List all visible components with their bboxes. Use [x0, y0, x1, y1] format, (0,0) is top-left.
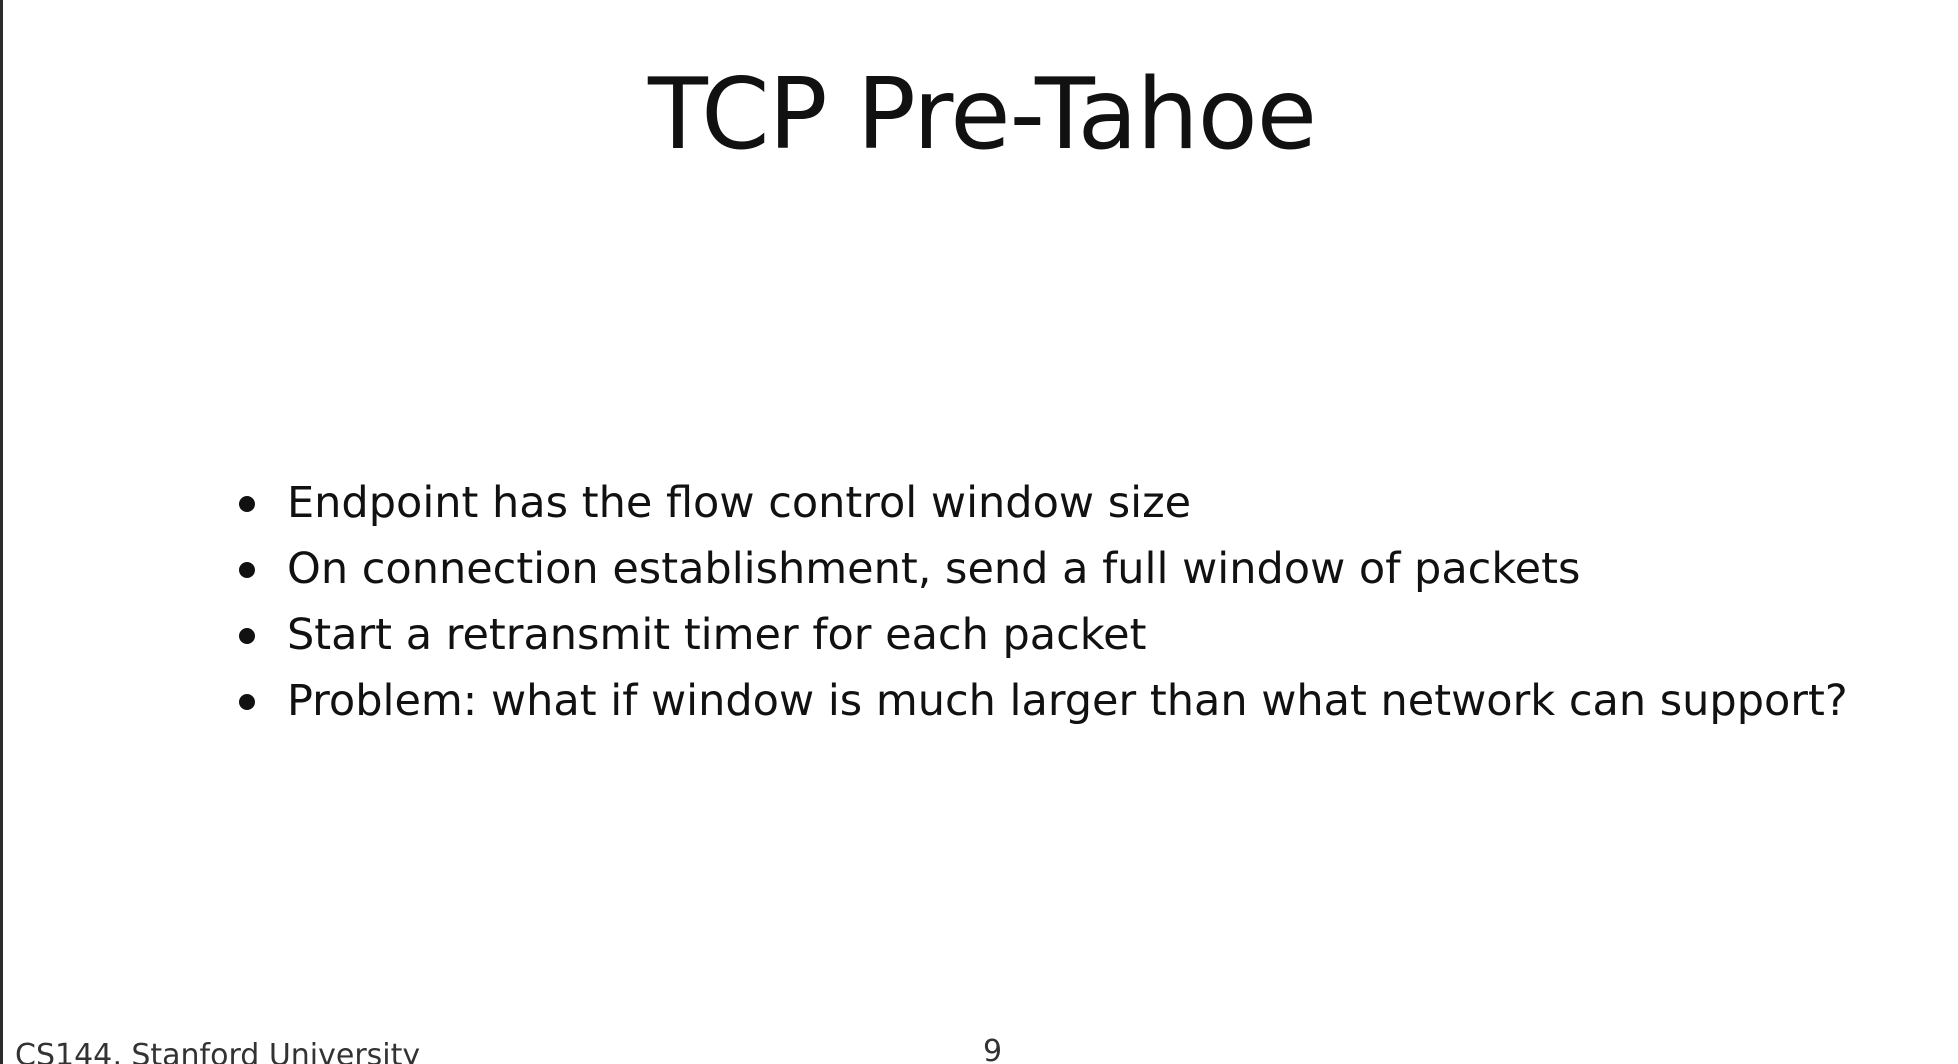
- bullet-text: Endpoint has the flow control window siz…: [287, 478, 1192, 528]
- bullet-dot-icon: [239, 562, 255, 578]
- bullet-text: On connection establishment, send a full…: [287, 544, 1581, 594]
- bullet-item: Endpoint has the flow control window siz…: [239, 470, 1848, 536]
- page-number: 9: [983, 1034, 1003, 1064]
- bullet-dot-icon: [239, 694, 255, 710]
- bullet-item: Problem: what if window is much larger t…: [239, 668, 1848, 734]
- bullet-text: Problem: what if window is much larger t…: [287, 676, 1848, 726]
- footer-course-label: CS144, Stanford University: [15, 1038, 421, 1064]
- slide: TCP Pre-Tahoe Endpoint has the flow cont…: [0, 0, 1958, 1064]
- bullet-list: Endpoint has the flow control window siz…: [239, 470, 1848, 734]
- bullet-item: Start a retransmit timer for each packet: [239, 602, 1848, 668]
- bullet-dot-icon: [239, 628, 255, 644]
- bullet-dot-icon: [239, 496, 255, 512]
- bullet-item: On connection establishment, send a full…: [239, 536, 1848, 602]
- slide-title: TCP Pre-Tahoe: [647, 58, 1317, 172]
- bullet-text: Start a retransmit timer for each packet: [287, 610, 1147, 660]
